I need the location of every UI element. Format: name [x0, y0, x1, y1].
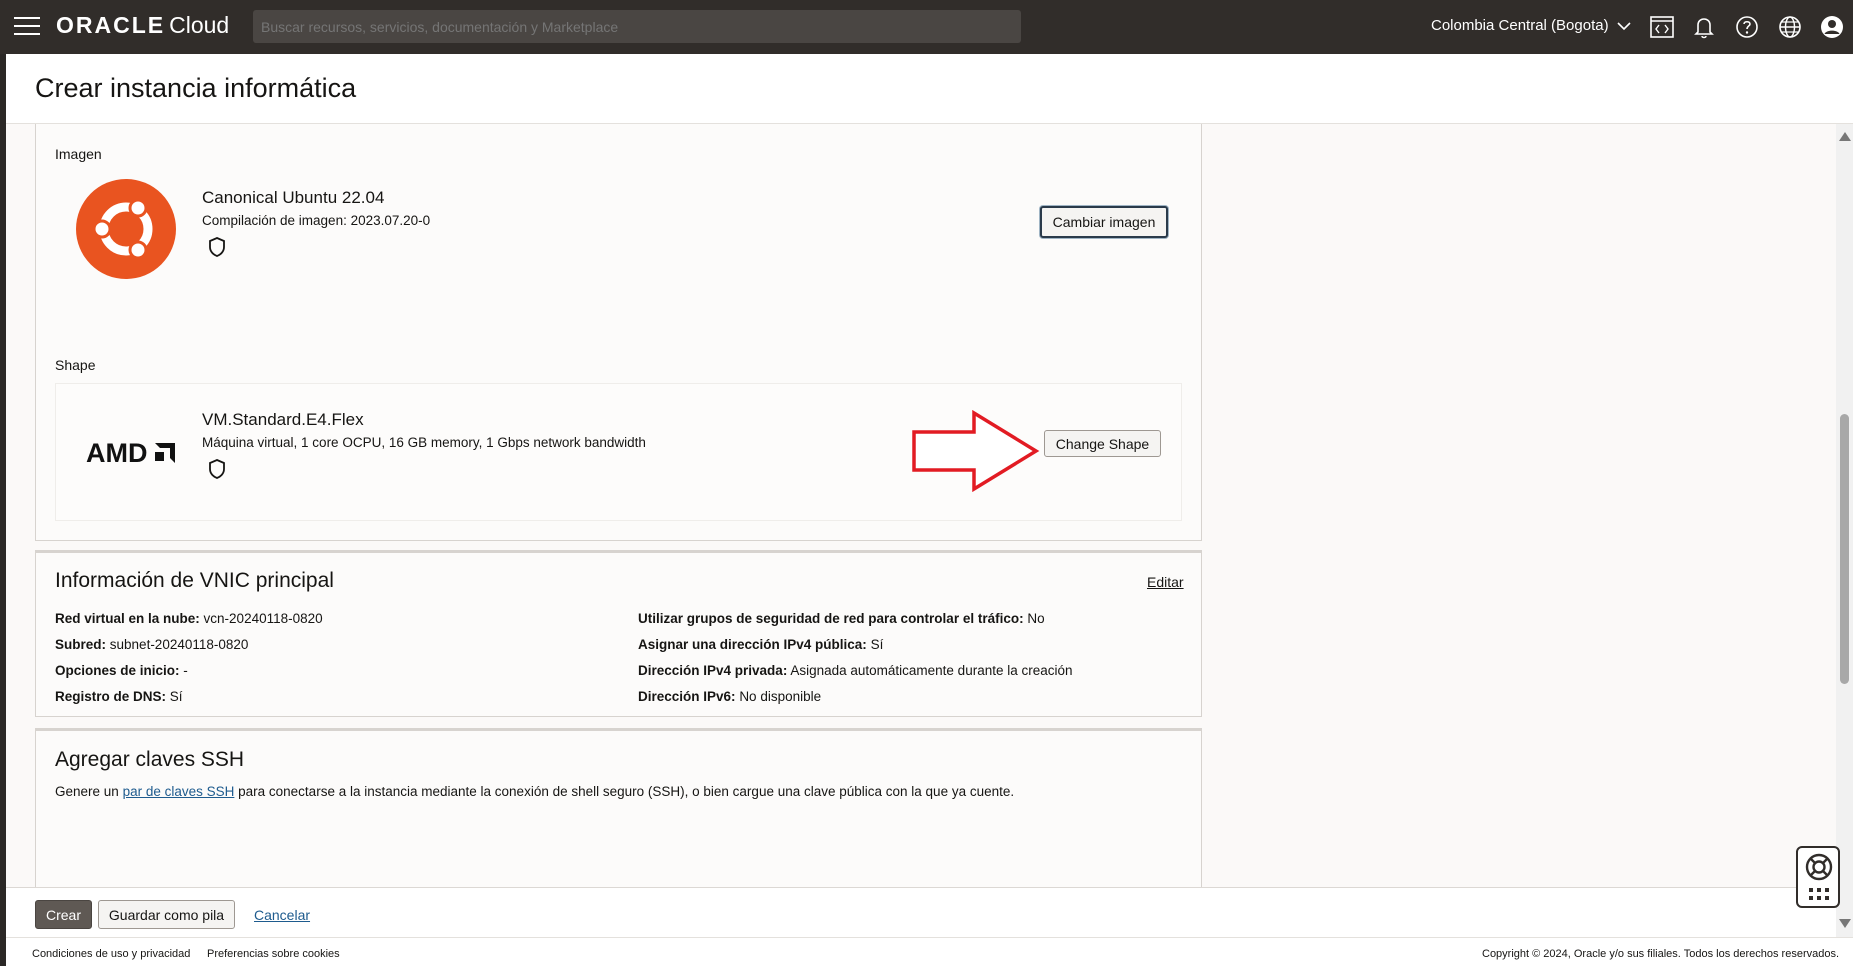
change-shape-button[interactable]: Change Shape [1044, 430, 1161, 457]
vnic-field: Dirección IPv6: No disponible [638, 689, 822, 704]
create-button[interactable]: Crear [35, 900, 92, 929]
vnic-field: Utilizar grupos de seguridad de red para… [638, 611, 1045, 626]
chevron-down-icon [1617, 22, 1631, 31]
ubuntu-logo-icon [76, 179, 176, 279]
code-editor-icon[interactable] [1648, 13, 1676, 41]
shape-description: Máquina virtual, 1 core OCPU, 16 GB memo… [202, 435, 646, 450]
shape-sub-card: AMD VM.Standard.E4.Flex Máquina virtual,… [55, 383, 1182, 521]
bell-icon[interactable] [1690, 13, 1718, 41]
ssh-keys-card: Agregar claves SSH Genere un par de clav… [35, 728, 1202, 887]
globe-icon[interactable] [1776, 13, 1804, 41]
ssh-description: Genere un par de claves SSH para conecta… [55, 784, 1015, 799]
vnic-field: Subred: subnet-20240118-0820 [55, 637, 249, 652]
terms-link[interactable]: Condiciones de uso y privacidad [32, 948, 190, 960]
vnic-field: Opciones de inicio: - [55, 663, 188, 678]
page-title: Crear instancia informática [35, 73, 357, 103]
amd-logo: AMD [86, 438, 177, 469]
scroll-up-icon[interactable] [1839, 132, 1851, 141]
page-header: Crear instancia informática [6, 54, 1853, 124]
scroll-thumb[interactable] [1840, 414, 1849, 684]
shape-section-label: Shape [55, 357, 96, 373]
action-bar: Crear Guardar como pila Cancelar [6, 887, 1836, 937]
grid-dots-icon [1809, 888, 1829, 900]
vnic-field: Asignar una dirección IPv4 pública: Sí [638, 637, 884, 652]
shield-icon [209, 459, 225, 479]
shield-icon [209, 237, 225, 257]
lifebuoy-icon [1805, 853, 1833, 881]
vnic-card: Información de VNIC principal Editar Red… [35, 550, 1202, 717]
ssh-key-pair-link[interactable]: par de claves SSH [123, 784, 235, 799]
page-footer: Condiciones de uso y privacidad Preferen… [6, 937, 1853, 966]
region-selector[interactable]: Colombia Central (Bogota) [1431, 17, 1631, 34]
red-arrow-annotation-icon [912, 410, 1040, 492]
image-name: Canonical Ubuntu 22.04 [202, 188, 385, 207]
form-content: Imagen Canonical Ubuntu 22.04 Compilació… [6, 124, 1836, 887]
vertical-scrollbar[interactable] [1836, 124, 1853, 937]
vnic-field: Dirección IPv4 privada: Asignada automát… [638, 663, 1073, 678]
amd-arrow-icon [155, 443, 176, 463]
edit-vnic-link[interactable]: Editar [1147, 574, 1184, 590]
scroll-down-icon[interactable] [1839, 919, 1851, 928]
ssh-card-title: Agregar claves SSH [55, 748, 245, 771]
search-input[interactable] [253, 10, 1021, 43]
copyright-text: Copyright © 2024, Oracle y/o sus filiale… [1482, 948, 1840, 960]
cancel-link[interactable]: Cancelar [254, 907, 310, 923]
vnic-field: Red virtual en la nube: vcn-20240118-082… [55, 611, 323, 626]
cookie-preferences-link[interactable]: Preferencias sobre cookies [207, 948, 340, 960]
shape-name: VM.Standard.E4.Flex [202, 410, 364, 429]
oracle-cloud-logo[interactable]: ORACLE Cloud [56, 12, 229, 39]
profile-icon[interactable] [1818, 13, 1846, 41]
save-as-stack-button[interactable]: Guardar como pila [98, 900, 235, 929]
vnic-field: Registro de DNS: Sí [55, 689, 183, 704]
image-build: Compilación de imagen: 2023.07.20-0 [202, 213, 431, 228]
image-shape-card: Imagen Canonical Ubuntu 22.04 Compilació… [35, 124, 1202, 541]
top-navigation-bar: ORACLECloud Colombia Central (Bogota) [0, 0, 1853, 54]
image-section-label: Imagen [55, 146, 102, 162]
help-icon[interactable] [1733, 13, 1761, 41]
vnic-card-title: Información de VNIC principal [55, 569, 334, 592]
main-panel: Crear instancia informática Imagen Canon… [6, 54, 1853, 966]
menu-icon[interactable] [14, 17, 40, 37]
change-image-button[interactable]: Cambiar imagen [1040, 206, 1168, 238]
help-widget-button[interactable] [1796, 846, 1840, 908]
